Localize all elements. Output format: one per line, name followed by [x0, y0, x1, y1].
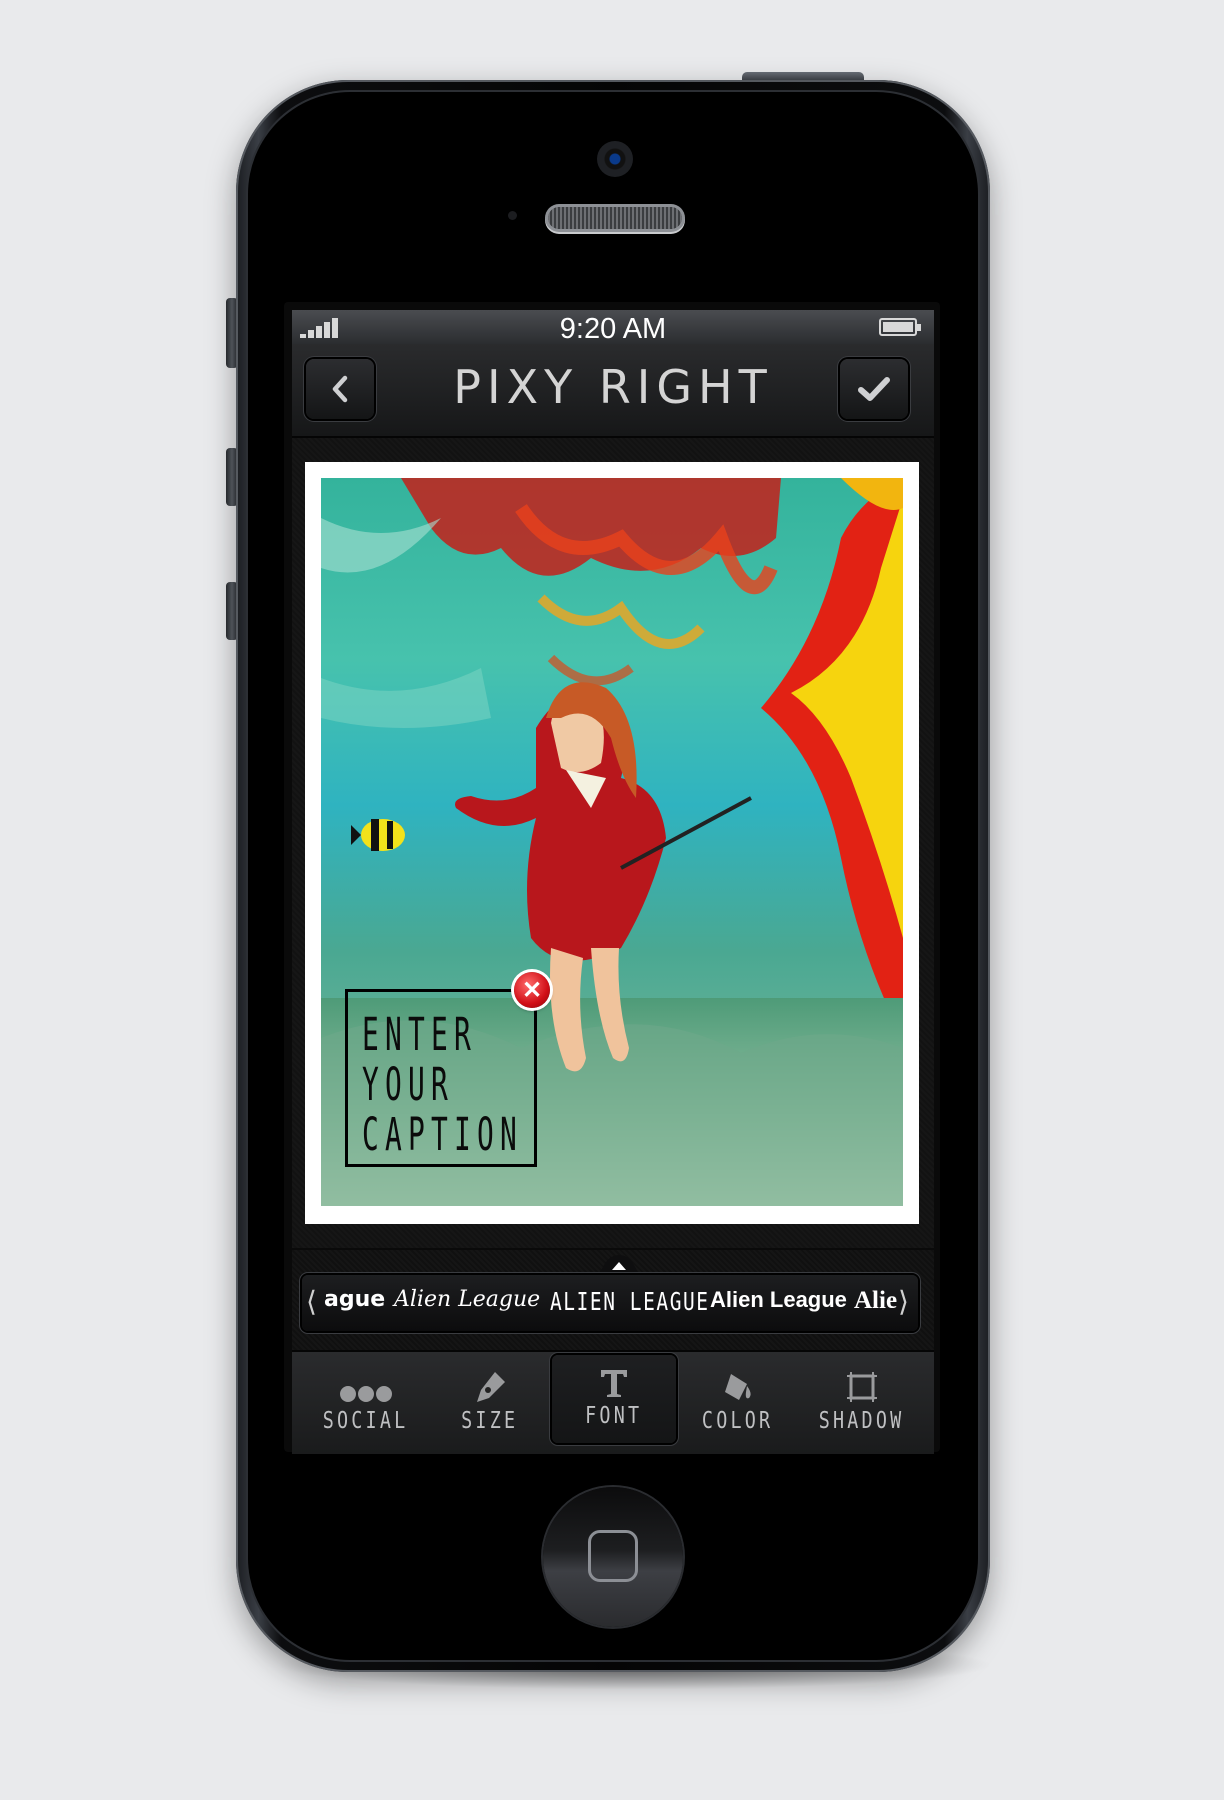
proximity-sensor: [508, 211, 517, 220]
remove-caption-button[interactable]: ✕: [514, 972, 550, 1008]
bottom-toolbar: SOCIAL SIZE FONT COLOR SHADOW: [292, 1350, 934, 1454]
tool-size-label: SIZE: [461, 1408, 519, 1434]
tool-color[interactable]: COLOR: [676, 1352, 800, 1448]
tool-font-label: FONT: [585, 1403, 643, 1429]
confirm-button[interactable]: [840, 359, 908, 419]
pen-nib-icon: [477, 1372, 505, 1402]
font-option-condensed[interactable]: ALIEN LEAGUE: [550, 1287, 710, 1316]
font-option-bold[interactable]: Alien League: [710, 1287, 847, 1313]
font-option-script[interactable]: Alien League: [394, 1287, 540, 1312]
font-picker[interactable]: ⟨ ague Alien League ALIEN LEAGUE Alien L…: [302, 1275, 918, 1331]
font-option-bubble[interactable]: ague: [324, 1287, 385, 1312]
tool-color-label: COLOR: [702, 1408, 774, 1434]
font-option-serif[interactable]: Alie: [854, 1287, 897, 1315]
status-bar: 9:20 AM: [292, 310, 934, 345]
front-camera-icon: [597, 141, 633, 177]
tool-social-label: SOCIAL: [323, 1408, 409, 1434]
paint-bucket-icon: [725, 1374, 751, 1400]
caption-text[interactable]: ENTER YOUR CAPTION: [362, 1010, 523, 1160]
tool-size[interactable]: SIZE: [428, 1352, 552, 1448]
more-dots-icon: [340, 1386, 392, 1402]
scroll-right-icon[interactable]: ⟩: [898, 1285, 909, 1318]
tool-shadow-label: SHADOW: [819, 1408, 905, 1434]
tool-social[interactable]: SOCIAL: [304, 1352, 428, 1448]
status-time: 9:20 AM: [559, 313, 667, 345]
nav-bar: PIXY RIGHT: [292, 344, 934, 438]
earpiece-speaker: [548, 207, 682, 229]
tool-shadow[interactable]: SHADOW: [800, 1352, 924, 1448]
checkmark-icon: [858, 377, 890, 401]
tool-font[interactable]: FONT: [552, 1355, 676, 1443]
battery-icon: [879, 318, 921, 336]
close-icon: ✕: [521, 976, 543, 1004]
caption-text-box[interactable]: ENTER YOUR CAPTION: [345, 989, 537, 1167]
scroll-left-icon[interactable]: ⟨: [306, 1285, 317, 1318]
home-square-icon: [588, 1530, 638, 1582]
frame-icon: [847, 1372, 877, 1402]
text-t-icon: [601, 1370, 627, 1397]
app-title: PIXY RIGHT: [453, 360, 773, 414]
